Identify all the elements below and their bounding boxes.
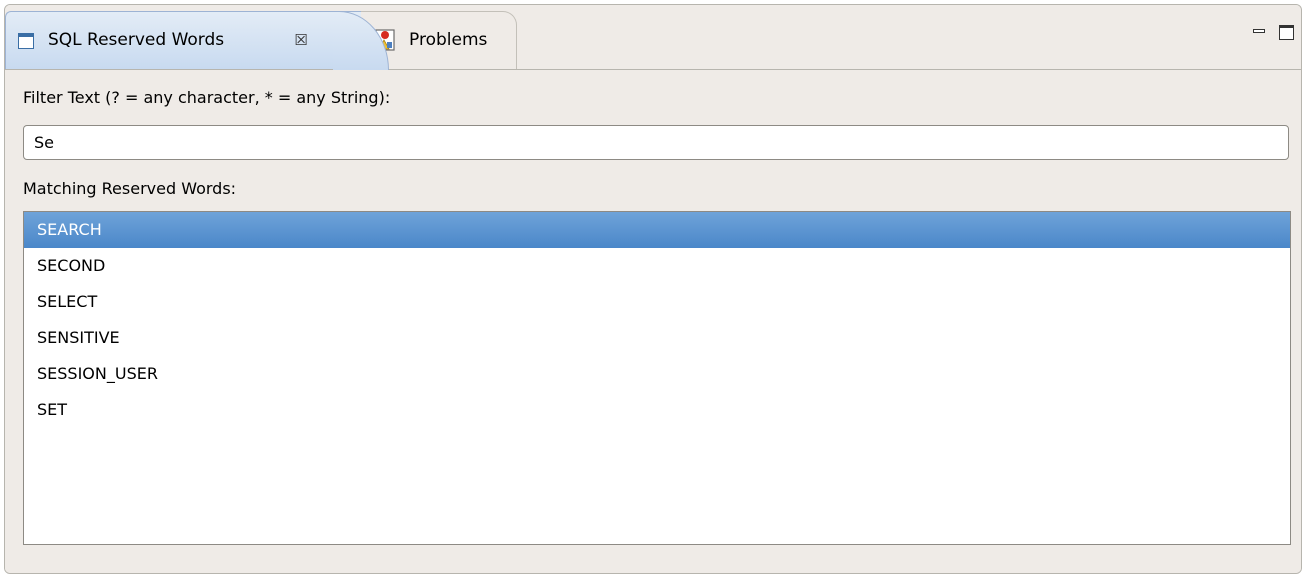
list-item[interactable]: SESSION_USER (24, 356, 1290, 392)
filter-input[interactable] (23, 125, 1289, 160)
view-content: Filter Text (? = any character, * = any … (5, 70, 1301, 573)
close-icon[interactable]: ☒ (292, 31, 310, 49)
filter-label: Filter Text (? = any character, * = any … (23, 88, 391, 107)
matching-label: Matching Reserved Words: (23, 179, 237, 198)
list-item[interactable]: SELECT (24, 284, 1290, 320)
view-icon (18, 33, 34, 49)
maximize-icon[interactable] (1277, 23, 1295, 41)
list-item[interactable]: SET (24, 392, 1290, 428)
list-item[interactable]: SECOND (24, 248, 1290, 284)
view-controls (1251, 23, 1295, 41)
minimize-icon[interactable] (1251, 23, 1269, 41)
sql-reserved-words-view: SQL Reserved Words ☒ Problems Filter Tex… (4, 4, 1302, 574)
list-item[interactable]: SEARCH (24, 212, 1290, 248)
list-item[interactable]: SENSITIVE (24, 320, 1290, 356)
tab-bar: SQL Reserved Words ☒ Problems (5, 5, 1301, 70)
tab-label: SQL Reserved Words (48, 30, 225, 50)
tab-label: Problems (409, 30, 488, 50)
tab-sql-reserved-words[interactable]: SQL Reserved Words ☒ (5, 11, 389, 70)
matching-words-list[interactable]: SEARCH SECOND SELECT SENSITIVE SESSION_U… (23, 211, 1291, 545)
